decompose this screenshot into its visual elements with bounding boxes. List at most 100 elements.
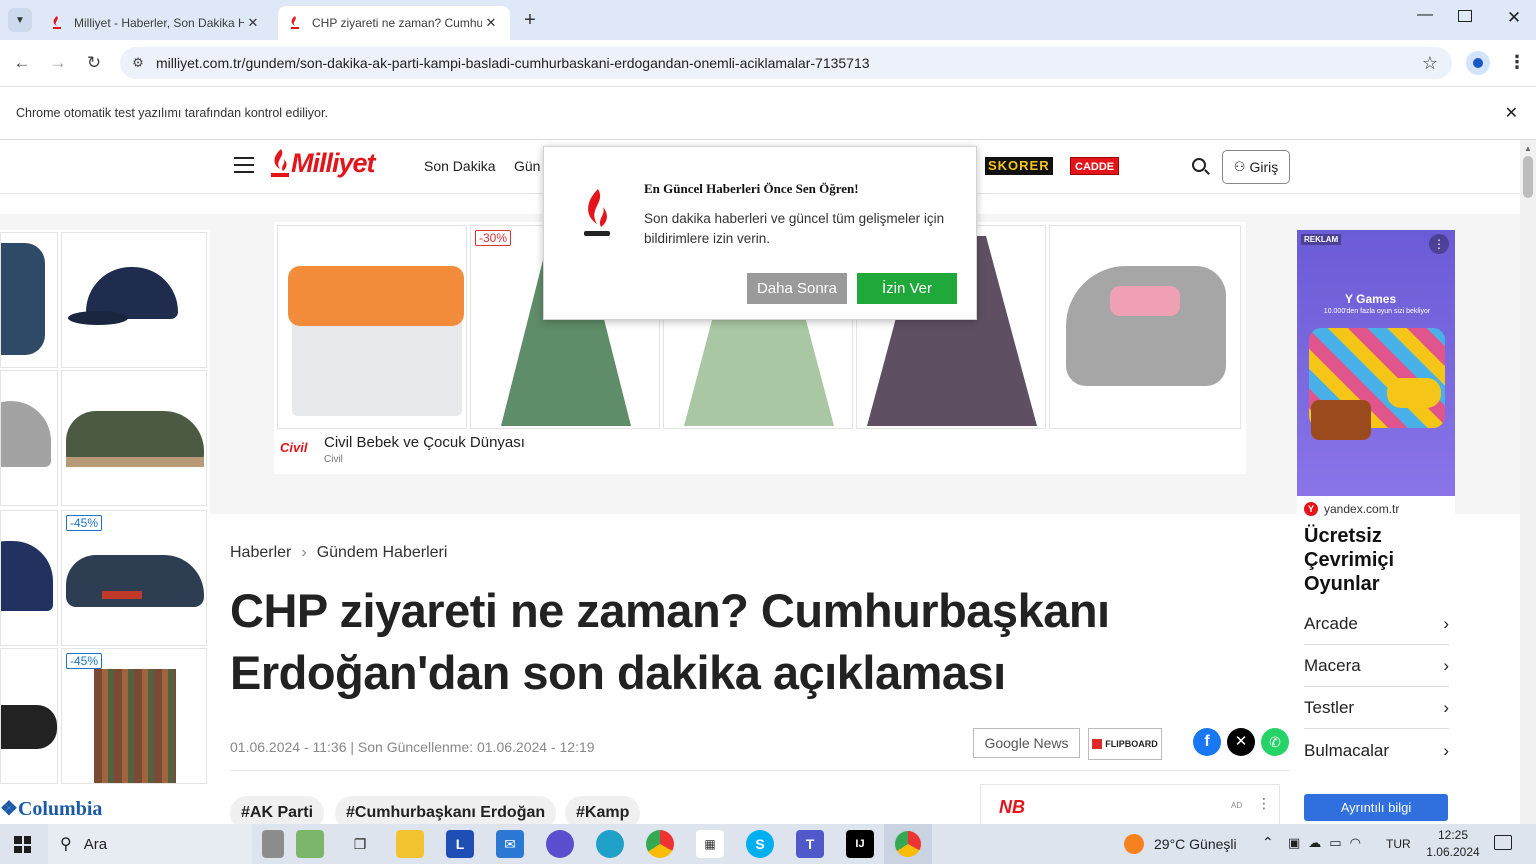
map-icon[interactable] [296,830,324,858]
whatsapp-share-icon[interactable]: ✆ [1261,728,1289,756]
product-cap-navy[interactable] [61,232,207,368]
facebook-share-icon[interactable]: f [1193,728,1221,756]
product-shoe-black[interactable] [0,648,58,784]
breadcrumb-home[interactable]: Haberler [230,544,291,562]
browser-tab-article[interactable]: CHP ziyareti ne zaman? Cumhurbaşkanı Erd… [278,6,510,40]
restore-button[interactable] [1458,10,1472,22]
browser-tab-milliyet-home[interactable]: Milliyet - Haberler, Son Dakika Haberler… [40,6,272,40]
new-tab-button[interactable]: + [518,8,542,32]
address-bar[interactable]: ⚙ milliyet.com.tr/gundem/son-dakika-ak-p… [120,47,1452,79]
columbia-logo[interactable]: ❖Columbia [0,796,102,821]
tag-ak-parti[interactable]: #AK Parti [230,796,325,824]
sun-icon [1124,834,1144,854]
yandex-domain[interactable]: Yyandex.com.tr [1304,502,1399,516]
ad-options-icon[interactable]: ⋮ [1257,795,1271,812]
copilot-icon[interactable] [546,830,574,858]
store-icon[interactable]: ▦ [696,830,724,858]
product-lunchbox[interactable] [277,225,467,429]
product-cap-blue[interactable] [0,510,58,646]
allow-button[interactable]: İzin Ver [857,273,957,304]
product-sneaker[interactable] [1049,225,1241,429]
ad-options-icon[interactable]: ⋮ [1429,234,1449,254]
advertiser-name[interactable]: Civil Bebek ve Çocuk Dünyası [324,434,525,451]
product-cap-gray[interactable] [0,370,58,506]
task-view-icon[interactable]: ❐ [346,830,374,858]
product-shoe-blue[interactable]: -45% [61,510,207,646]
gamepad [1387,378,1441,408]
site-info-icon[interactable]: ⚙ [120,55,156,71]
cadde-logo[interactable]: CADDE [1070,157,1120,175]
flipboard-button[interactable]: FLIPBOARD [1088,728,1162,760]
yandex-icon: Y [1304,502,1318,516]
nav-son-dakika[interactable]: Son Dakika [424,158,496,174]
weather-widget[interactable]: 29°C Güneşli [1124,834,1237,854]
close-tab-icon[interactable]: ✕ [244,15,262,31]
skype-icon[interactable]: S [746,830,774,858]
chevron-down-icon: ▼ [15,14,25,26]
product-shirt-plaid[interactable]: -45% [61,648,207,784]
scroll-up-icon[interactable]: ▲ [1520,144,1536,153]
ad-cta-button[interactable]: Ayrıntılı bilgi [1304,794,1448,821]
tab-title: Milliyet - Haberler, Son Dakika Haberler… [74,16,244,30]
teams-icon[interactable]: T [796,830,824,858]
tag-kamp[interactable]: #Kamp [565,796,641,824]
profile-avatar[interactable] [1466,51,1490,75]
nav-gundem[interactable]: Gün [514,158,540,174]
back-button[interactable]: ← [10,51,34,75]
breadcrumb-category[interactable]: Gündem Haberleri [317,544,448,562]
tag-cumhurbaskani-erdogan[interactable]: #Cumhurbaşkanı Erdoğan [335,796,557,824]
chevron-right-icon: › [1443,698,1449,717]
chevron-right-icon: › [301,544,307,561]
clock[interactable]: 12:25 1.06.2024 [1420,827,1486,861]
l-app-icon[interactable]: L [446,830,474,858]
close-tab-icon[interactable]: ✕ [482,15,500,31]
intellij-icon[interactable]: IJ [846,830,874,858]
skorer-logo[interactable]: SKORER [985,157,1053,175]
popup-title: En Güncel Haberleri Önce Sen Öğren! [644,181,859,196]
advertiser-domain: Civil [324,454,343,465]
minimize-button[interactable]: — [1410,6,1440,32]
taskbar-search[interactable]: ⚲ Ara [48,824,252,864]
game-promo-image[interactable]: REKLAM ⋮ Y Games 10.000'den fazla oyun s… [1297,230,1455,496]
close-infobar-icon[interactable]: ✕ [1505,103,1518,123]
product-sweater[interactable] [0,232,58,368]
scroll-thumb[interactable] [1523,156,1533,198]
page-scrollbar[interactable]: ▲ [1520,140,1536,824]
forward-button[interactable]: → [46,51,70,75]
game-category-arcade[interactable]: Arcade › [1304,604,1449,645]
start-button[interactable] [14,836,31,853]
ad-headline[interactable]: Ücretsiz Çevrimiçi Oyunlar [1304,524,1449,596]
tray-icons[interactable]: ▣☁▭◠ [1288,835,1369,851]
game-category-macera[interactable]: Macera › [1304,646,1449,687]
bookmark-star-icon[interactable]: ☆ [1422,53,1438,74]
google-news-button[interactable]: Google News [973,728,1080,758]
luggage-icon[interactable] [262,830,284,858]
edge-icon[interactable] [596,830,624,858]
infobar-text: Chrome otomatik test yazılımı tarafından… [16,106,328,120]
tray-chevron-up-icon[interactable]: ⌃ [1262,834,1274,851]
tab-search-button[interactable]: ▼ [8,8,32,32]
close-window-button[interactable]: ✕ [1502,8,1526,32]
mail-icon[interactable]: ✉ [496,830,524,858]
notification-permission-popup: En Güncel Haberleri Önce Sen Öğren! Son … [543,146,977,320]
file-explorer-icon[interactable] [396,830,424,858]
game-category-bulmacalar[interactable]: Bulmacalar › [1304,730,1449,771]
site-logo[interactable]: Milliyet [270,148,376,179]
chrome-active-icon[interactable] [884,824,932,864]
reload-button[interactable]: ↻ [82,51,106,75]
menu-kebab-icon[interactable]: ⋮ [1508,52,1526,73]
notifications-icon[interactable] [1494,835,1512,850]
left-skyscraper-ad[interactable]: ⓘ ✕ -45% -45% ❖Columbia [0,230,210,824]
user-icon: ⚇ [1233,159,1246,174]
x-share-icon[interactable]: ✕ [1227,728,1255,756]
chrome-icon[interactable] [646,830,674,858]
login-button[interactable]: ⚇ Giriş [1222,150,1290,184]
game-category-testler[interactable]: Testler › [1304,688,1449,729]
hamburger-menu-icon[interactable] [234,157,254,173]
tab-strip: ▼ Milliyet - Haberler, Son Dakika Haberl… [0,0,1536,40]
bottom-ad[interactable]: NB AD ⋮ [980,784,1280,824]
product-shoe-olive[interactable] [61,370,207,506]
language-indicator[interactable]: TUR [1386,837,1411,851]
later-button[interactable]: Daha Sonra [747,273,847,304]
milliyet-favicon-icon [288,16,302,30]
